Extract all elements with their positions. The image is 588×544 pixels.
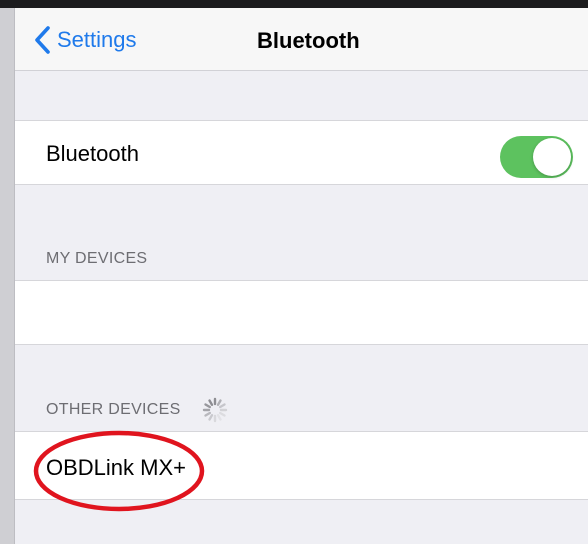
bluetooth-toggle[interactable] [500, 136, 573, 178]
device-name: OBDLink MX+ [46, 455, 186, 480]
device-top-bezel [0, 0, 588, 8]
toggle-knob [533, 138, 571, 176]
device-row[interactable]: OBDLink MX+ [15, 431, 588, 500]
my-devices-header: MY DEVICES [46, 250, 148, 267]
back-button-label: Settings [57, 27, 137, 52]
split-view-left-edge [0, 8, 15, 544]
navigation-bar: Settings Bluetooth [15, 8, 588, 71]
page-title: Bluetooth [257, 28, 360, 53]
my-devices-list [15, 280, 588, 345]
other-devices-header: OTHER DEVICES [46, 401, 181, 418]
bluetooth-label: Bluetooth [46, 141, 139, 166]
chevron-left-icon [35, 26, 50, 54]
back-button[interactable]: Settings [33, 22, 137, 58]
loading-spinner-icon [202, 397, 228, 423]
bluetooth-toggle-row: Bluetooth [15, 120, 588, 185]
